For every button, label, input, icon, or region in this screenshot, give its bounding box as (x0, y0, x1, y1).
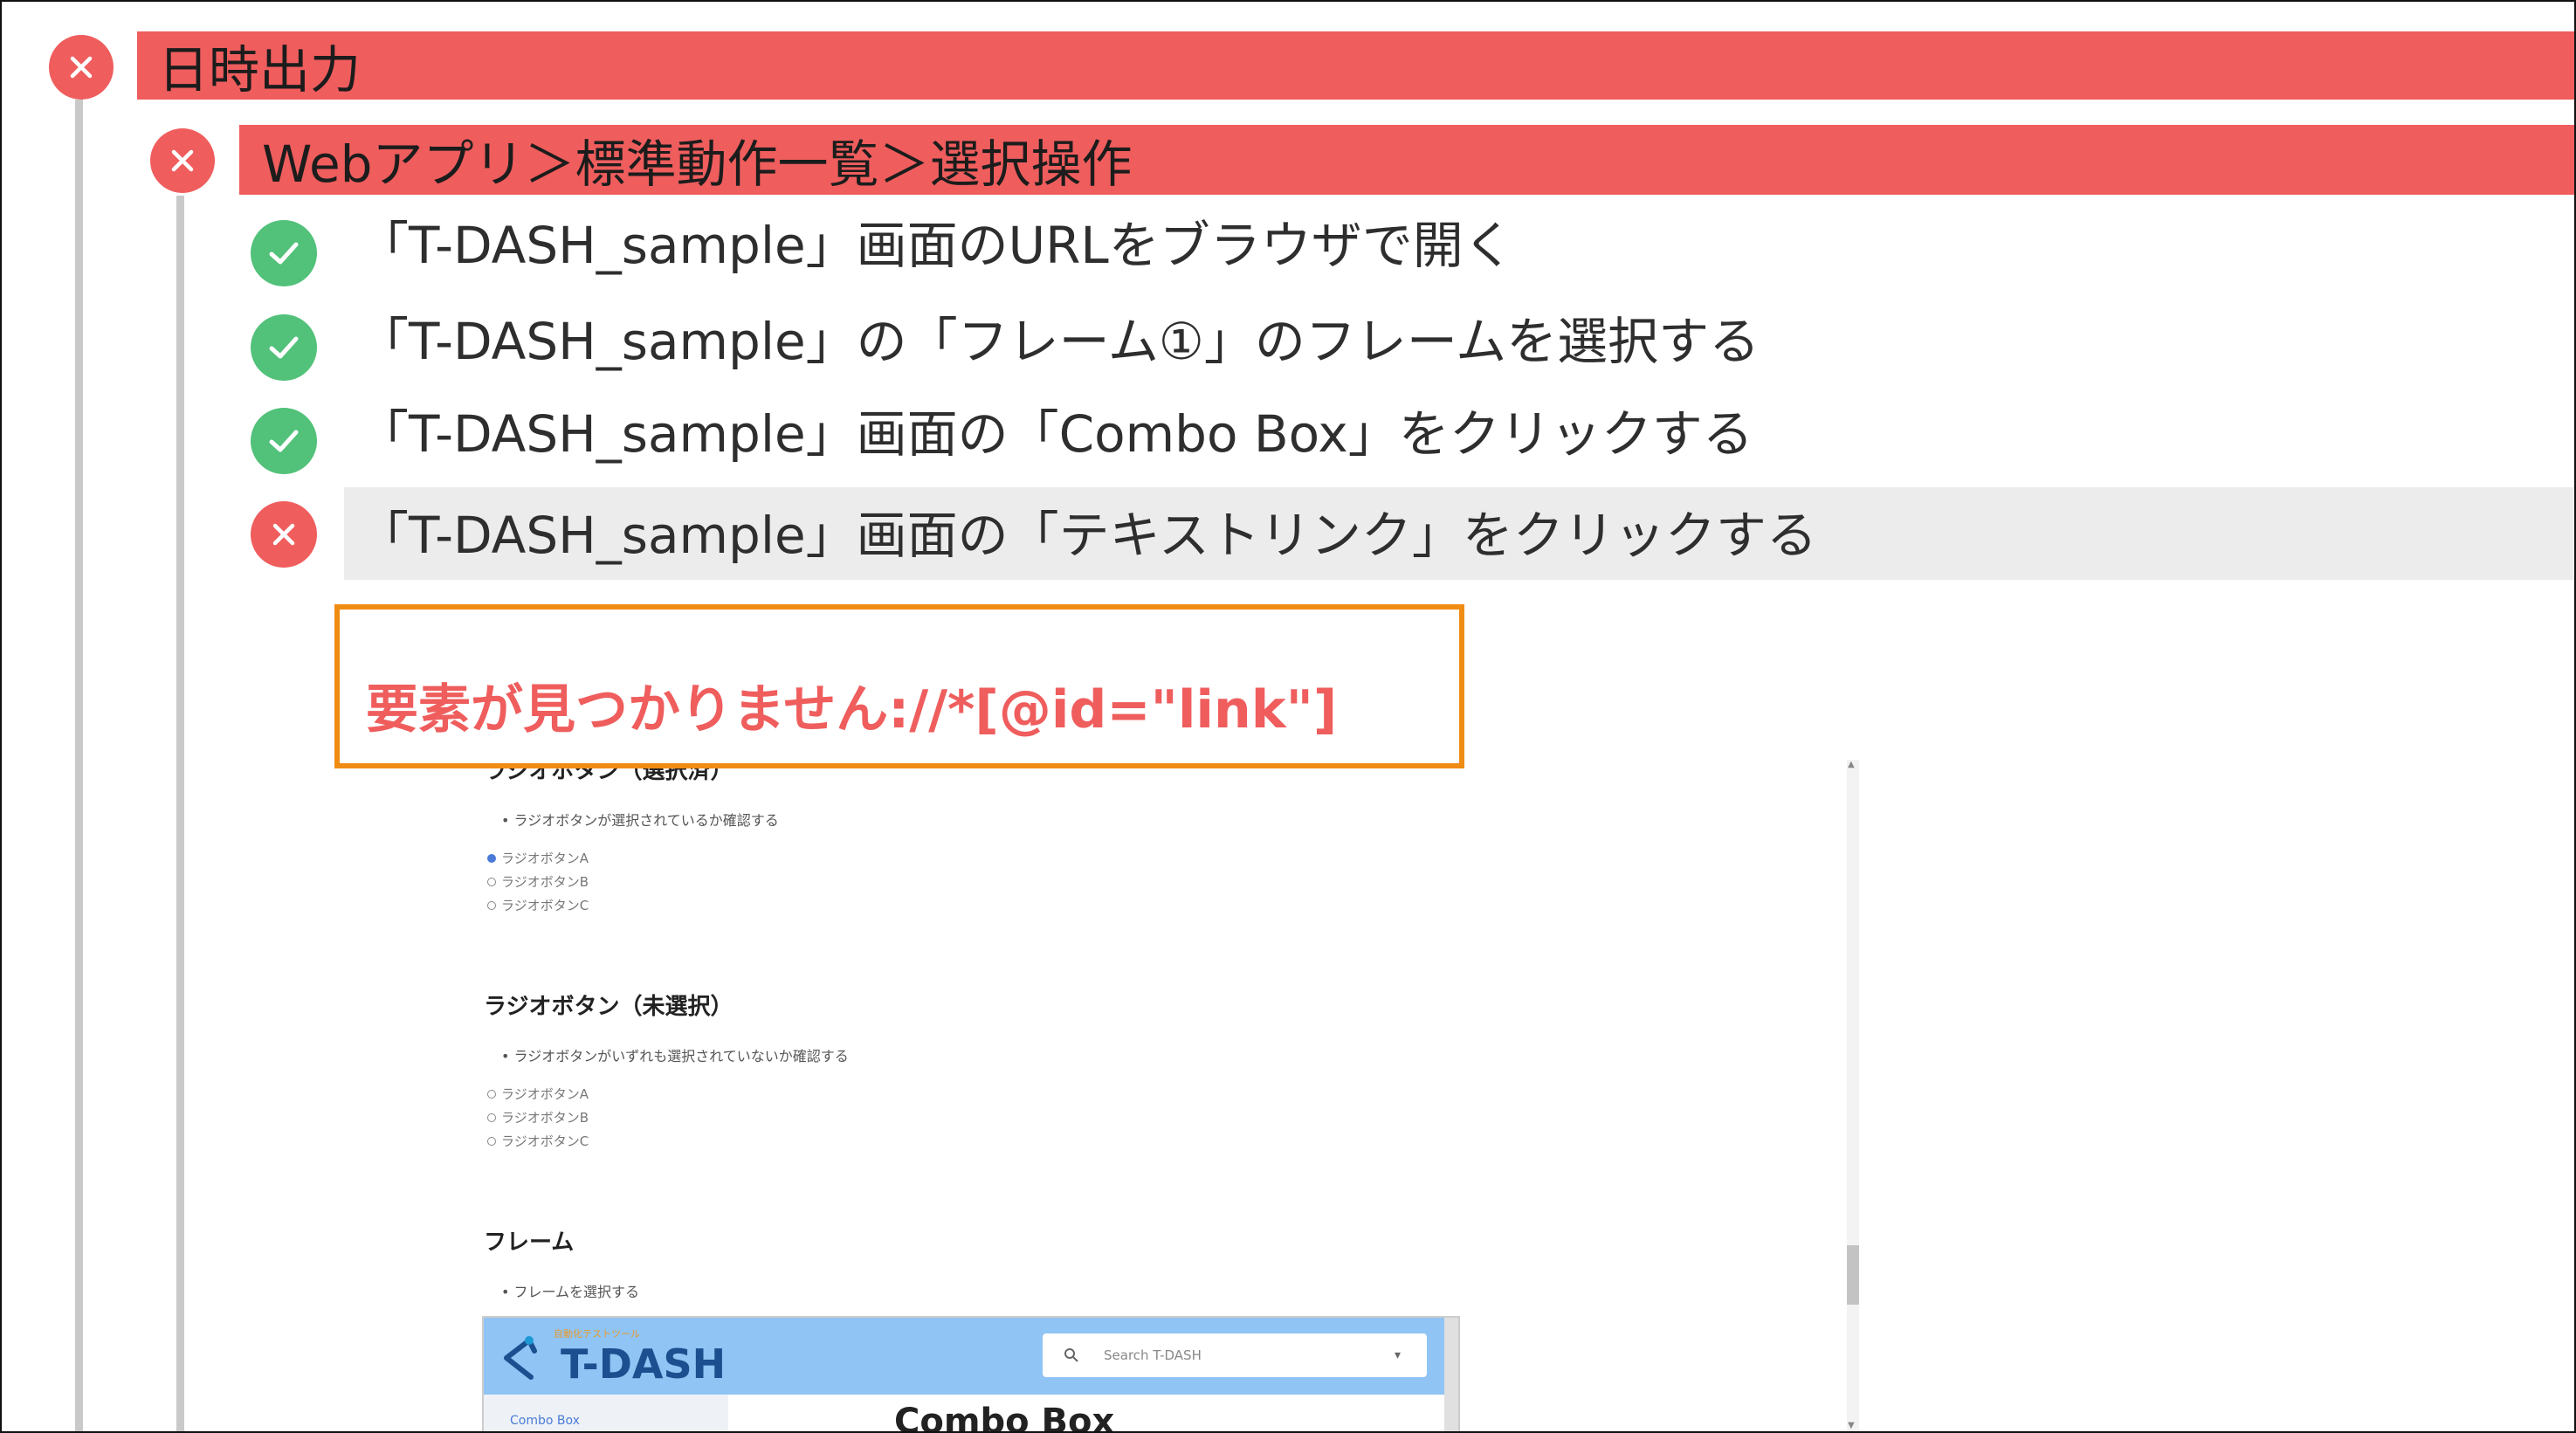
radio-option: ラジオボタンB (487, 872, 589, 891)
section-bullet: • ラジオボタンがいずれも選択されていないか確認する (501, 1048, 849, 1064)
sidebar-item-combo-box: Combo Box (510, 1414, 580, 1428)
test-step-label: 「T-DASH_sample」の「フレーム①」のフレームを選択する (358, 312, 1760, 371)
check-icon (269, 430, 299, 452)
radio-option: ラジオボタンC (487, 896, 589, 914)
test-step-row-selected[interactable]: 「T-DASH_sample」画面の「テキストリンク」をクリックする (344, 487, 2574, 580)
section-bullet: • フレームを選択する (501, 1284, 640, 1300)
pass-status-icon (251, 314, 317, 381)
radio-option: ラジオボタンA (487, 849, 589, 867)
section-heading: フレーム (484, 1230, 575, 1256)
fail-status-icon (251, 501, 317, 568)
test-step-label: 「T-DASH_sample」画面のURLをブラウザで開く (358, 216, 1514, 275)
radio-empty-icon (487, 1136, 496, 1146)
radio-empty-icon (487, 877, 496, 886)
sample-app-sidebar: Combo Box (484, 1395, 728, 1431)
radio-option: ラジオボタンB (487, 1108, 589, 1126)
error-message: 要素が見つかりません://*[@id="link"] (366, 679, 1338, 741)
test-case-row[interactable]: Webアプリ＞標準動作一覧＞選択操作 (239, 125, 2574, 195)
t-dash-logo-icon (504, 1336, 537, 1380)
radio-selected-icon (487, 853, 496, 863)
close-icon (272, 523, 295, 546)
radio-option: ラジオボタンA (487, 1085, 589, 1103)
fail-status-icon (150, 128, 215, 193)
section-heading: ラジオボタン（未選択） (484, 994, 734, 1020)
test-case-title: Webアプリ＞標準動作一覧＞選択操作 (262, 134, 1133, 194)
test-suite-row[interactable]: 日時出力 (137, 31, 2574, 100)
section-bullet: • ラジオボタンが選択されているか確認する (501, 812, 779, 829)
tree-guide-level2 (176, 196, 184, 1431)
test-suite-title: 日時出力 (158, 40, 362, 100)
scroll-up-icon[interactable]: ▲ (1848, 760, 1855, 769)
check-icon (269, 336, 299, 359)
close-icon (171, 149, 194, 172)
fail-status-icon (49, 35, 114, 100)
radio-empty-icon (487, 900, 496, 910)
sample-app-frame: 自動化テストツール T-DASH Search T-DASH ▾ Combo B… (482, 1316, 1460, 1433)
tree-guide-level1 (75, 100, 83, 1431)
test-result-panel: 日時出力 Webアプリ＞標準動作一覧＞選択操作 「T-DASH_sample」画… (0, 0, 2576, 1433)
check-icon (269, 242, 299, 265)
sample-app-header: 自動化テストツール T-DASH Search T-DASH ▾ (484, 1318, 1458, 1395)
pass-status-icon (251, 408, 317, 474)
sample-app-scrollbar (1444, 1318, 1458, 1431)
scrollbar-thumb[interactable] (1847, 1245, 1859, 1305)
search-input: Search T-DASH ▾ (1043, 1333, 1427, 1377)
test-step-label: 「T-DASH_sample」画面の「テキストリンク」をクリックする (358, 506, 1817, 565)
scroll-down-icon[interactable]: ▼ (1848, 1421, 1855, 1430)
test-step-label: 「T-DASH_sample」画面の「Combo Box」をクリックする (358, 404, 1753, 464)
screenshot-scrollbar[interactable]: ▲ ▼ (1847, 760, 1859, 1431)
test-step-row[interactable]: 「T-DASH_sample」の「フレーム①」のフレームを選択する (358, 300, 1760, 374)
logo-tagline: 自動化テストツール (554, 1328, 640, 1340)
test-step-row[interactable]: 「T-DASH_sample」画面のURLをブラウザで開く (358, 204, 1514, 278)
search-placeholder: Search T-DASH (1104, 1347, 1202, 1363)
logo-text: T-DASH (561, 1340, 727, 1388)
pass-status-icon (251, 220, 317, 286)
radio-empty-icon (487, 1113, 496, 1122)
sample-app-page-title: Combo Box (894, 1402, 1115, 1433)
radio-option: ラジオボタンC (487, 1132, 589, 1150)
test-step-row[interactable]: 「T-DASH_sample」画面の「Combo Box」をクリックする (358, 393, 1753, 466)
close-icon (70, 56, 93, 79)
search-icon (1064, 1348, 1078, 1362)
error-callout: 要素が見つかりません://*[@id="link"] (334, 604, 1464, 768)
chevron-down-icon: ▾ (1394, 1348, 1401, 1362)
radio-empty-icon (487, 1089, 496, 1099)
